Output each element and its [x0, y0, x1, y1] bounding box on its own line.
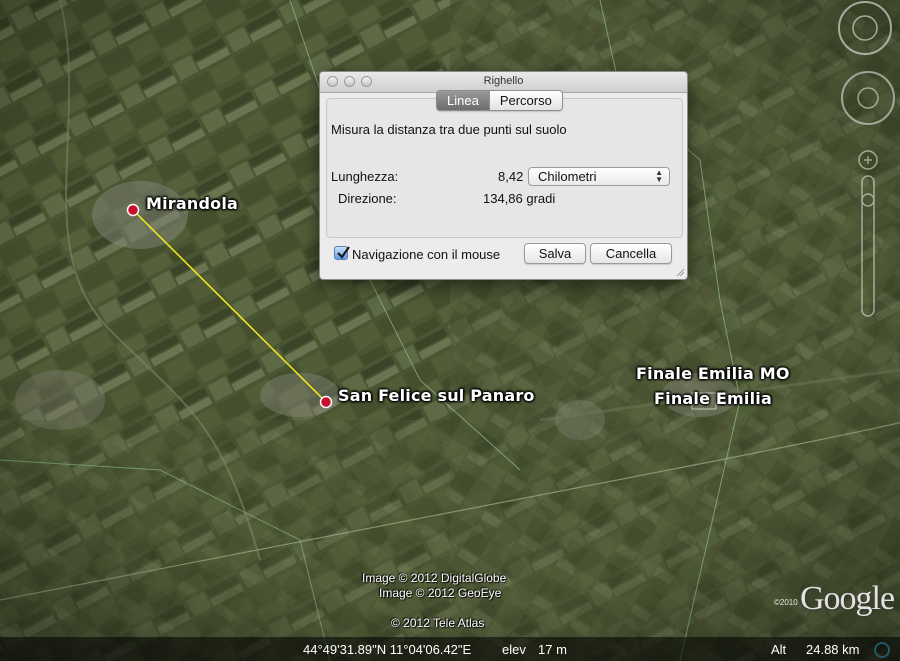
- ruler-dialog: Righello Linea Percorso Misura la distan…: [319, 71, 688, 280]
- length-value: 8,42: [498, 169, 524, 184]
- elevation-value: 17 m: [538, 642, 567, 657]
- cancel-button[interactable]: Cancella: [590, 243, 672, 264]
- tab-percorso[interactable]: Percorso: [488, 91, 562, 110]
- google-logo: Google: [800, 580, 895, 617]
- unit-select-value: Chilometri: [538, 169, 597, 184]
- status-bar: 44°49'31.89"N 11°04'06.42"E elev 17 m Al…: [0, 637, 900, 661]
- place-label-mirandola[interactable]: Mirandola: [146, 194, 238, 213]
- direction-label: Direzione:: [338, 191, 397, 206]
- mouse-navigation-checkbox[interactable]: [334, 246, 350, 260]
- direction-value: 134,86 gradi: [483, 191, 556, 206]
- altitude-value: 24.88 km: [806, 642, 860, 657]
- ruler-end-marker[interactable]: [319, 395, 333, 409]
- resize-grip-icon[interactable]: [676, 268, 685, 277]
- credit-digitalglobe: Image © 2012 DigitalGlobe: [362, 571, 507, 585]
- description-text: Misura la distanza tra due punti sul suo…: [331, 122, 567, 137]
- unit-select[interactable]: Chilometri ▲ ▼: [528, 167, 670, 186]
- place-label-finale-emilia[interactable]: Finale Emilia: [654, 389, 772, 408]
- tab-linea[interactable]: Linea: [437, 91, 489, 110]
- altitude-label: Alt: [771, 642, 787, 657]
- dialog-title: Righello: [483, 75, 524, 87]
- length-label: Lunghezza:: [331, 169, 399, 184]
- place-label-finale-emilia-mo[interactable]: Finale Emilia MO: [636, 364, 790, 383]
- credit-teleatlas: © 2012 Tele Atlas: [391, 616, 485, 630]
- google-copyright: ©2010: [774, 598, 798, 607]
- tab-bar: Linea Percorso: [436, 90, 563, 111]
- coordinates-readout: 44°49'31.89"N 11°04'06.42"E: [303, 642, 472, 657]
- mouse-navigation-label[interactable]: Navigazione con il mouse: [352, 247, 500, 262]
- save-button[interactable]: Salva: [524, 243, 586, 264]
- select-arrows-icon: ▲ ▼: [655, 168, 663, 184]
- place-label-san-felice[interactable]: San Felice sul Panaro: [338, 386, 535, 405]
- elevation-label: elev: [502, 642, 526, 657]
- ruler-start-marker[interactable]: [126, 203, 140, 217]
- credit-geoeye: Image © 2012 GeoEye: [379, 586, 502, 600]
